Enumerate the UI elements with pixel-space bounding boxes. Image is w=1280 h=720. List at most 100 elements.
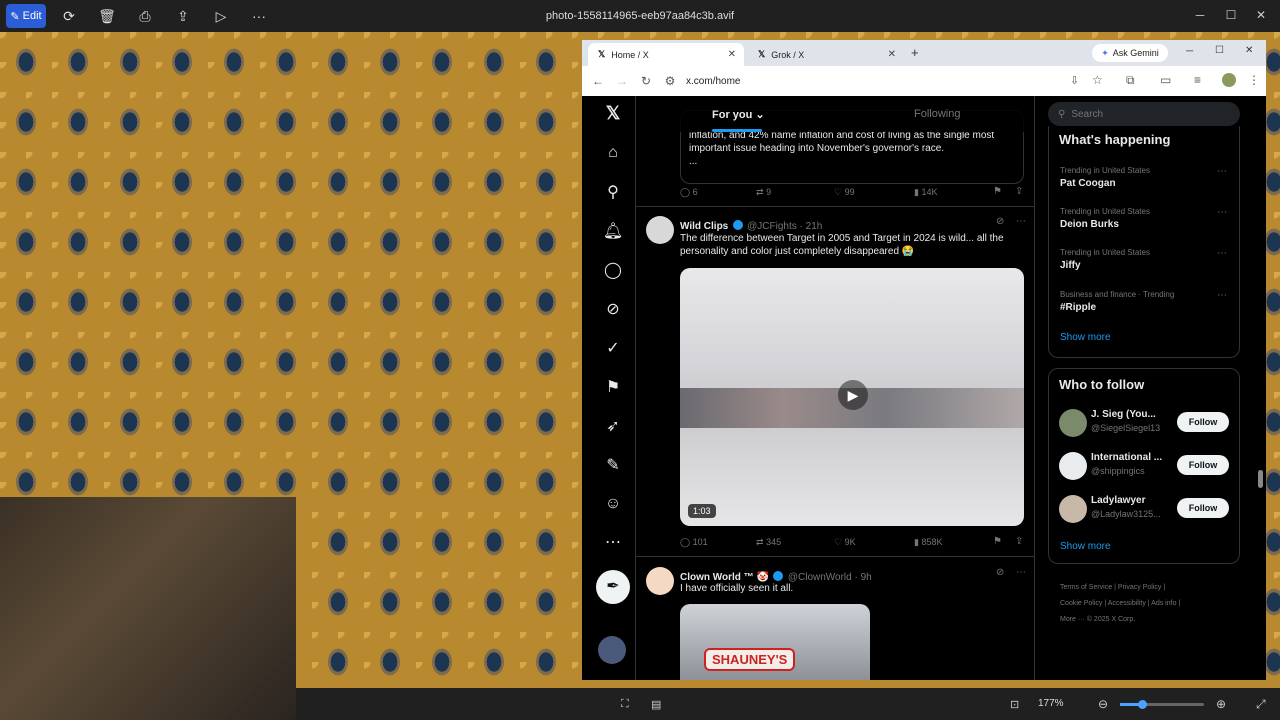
maximize-icon[interactable]: ☐ <box>1216 8 1246 22</box>
home-icon[interactable]: ⌂ <box>602 142 624 164</box>
post-image[interactable]: SHAUNEY'S <box>680 604 870 680</box>
zoom-out-icon[interactable]: ⊖ <box>1098 697 1108 711</box>
bookmark-icon[interactable]: ⚑ <box>993 186 1002 197</box>
views-button[interactable]: ▮ 14K <box>914 187 937 198</box>
more-icon[interactable]: ⋯ <box>1217 166 1227 177</box>
print-icon[interactable]: ⎙ <box>130 4 160 28</box>
search-input[interactable]: ⚲ Search <box>1048 102 1240 126</box>
minimize-icon[interactable]: ─ <box>1186 46 1193 57</box>
messages-icon[interactable]: ◯ <box>602 260 624 282</box>
repost-button[interactable]: ⇄ 345 <box>756 537 781 548</box>
grok-icon[interactable]: ⊘ <box>996 567 1004 578</box>
tab-for-you[interactable]: For you ⌄ <box>712 108 765 121</box>
more-icon[interactable]: ⋯ <box>1016 216 1026 227</box>
post-handle[interactable]: @ClownWorld · 9h <box>788 572 872 583</box>
notifications-icon[interactable]: 🔔︎ <box>602 221 624 243</box>
compose-post-button[interactable]: ✒ <box>596 570 630 604</box>
tab-following[interactable]: Following <box>914 108 960 120</box>
share-icon[interactable]: ⇪ <box>1015 536 1023 547</box>
follow-button[interactable]: Follow <box>1177 498 1229 518</box>
fit-icon[interactable]: ⛶ <box>621 698 629 711</box>
post-handle[interactable]: @JCFights · 21h <box>747 221 822 232</box>
tab-home-x[interactable]: 𝕏 Home / X ✕ <box>588 43 744 66</box>
repost-button[interactable]: ⇄ 9 <box>756 187 771 198</box>
bookmark-icon[interactable]: ⚑ <box>993 536 1002 547</box>
suggest-name[interactable]: Ladylawyer <box>1091 495 1145 506</box>
trend-item[interactable]: Trending in United States Deion Burks <box>1060 207 1150 230</box>
more-icon[interactable]: ⋯ <box>1217 207 1227 218</box>
page-scrollbar[interactable] <box>1258 470 1263 488</box>
url-field[interactable]: x.com/home <box>686 76 740 87</box>
grok-icon[interactable]: ⊘ <box>602 299 624 321</box>
suggest-handle[interactable]: @Ladylaw3125... <box>1091 509 1161 519</box>
footer-line[interactable]: More ··· © 2025 X Corp. <box>1060 612 1240 628</box>
show-more-link[interactable]: Show more <box>1060 332 1111 343</box>
more-icon[interactable]: ⋯ <box>602 532 624 554</box>
close-tab-icon[interactable]: ✕ <box>728 49 736 60</box>
extensions-icon[interactable]: ⧉ <box>1126 73 1135 88</box>
reply-button[interactable]: ◯ 101 <box>680 537 708 548</box>
show-more-link[interactable]: Show more <box>1060 541 1111 552</box>
follow-button[interactable]: Follow <box>1177 412 1229 432</box>
edit-button[interactable]: ✎ Edit <box>6 4 46 28</box>
video-player[interactable]: ▶ 1:03 <box>680 268 1024 526</box>
maximize-icon[interactable]: ☐ <box>1215 45 1224 56</box>
close-icon[interactable]: ✕ <box>1245 45 1253 56</box>
share-icon[interactable]: ⇪ <box>1015 186 1023 197</box>
suggest-handle[interactable]: @SiegelSiegel13 <box>1091 423 1160 433</box>
close-icon[interactable]: ✕ <box>1246 8 1276 22</box>
play-icon[interactable]: ▶ <box>838 380 868 410</box>
zoom-in-icon[interactable]: ⊕ <box>1216 697 1226 711</box>
slideshow-icon[interactable]: ▷ <box>206 4 236 28</box>
site-info-icon[interactable]: ⚙ <box>658 74 682 88</box>
bookmark-star-icon[interactable]: ☆ <box>1092 73 1103 87</box>
profile-icon[interactable]: ☺ <box>602 493 624 515</box>
account-avatar[interactable] <box>598 636 626 664</box>
new-tab-icon[interactable]: + <box>911 45 919 60</box>
fullscreen-icon[interactable]: ⤢ <box>1256 697 1266 712</box>
menu-icon[interactable]: ⋮ <box>1248 73 1260 87</box>
x-logo-icon[interactable]: 𝕏 <box>602 102 624 124</box>
more-icon[interactable]: ⋯ <box>1217 248 1227 259</box>
install-icon[interactable]: ⇩ <box>1070 74 1079 87</box>
ask-gemini-button[interactable]: ✦ Ask Gemini <box>1092 44 1168 62</box>
avatar[interactable] <box>646 567 674 595</box>
trend-item[interactable]: Trending in United States Jiffy <box>1060 248 1150 271</box>
follow-button[interactable]: Follow <box>1177 455 1229 475</box>
grok-icon[interactable]: ⊘ <box>996 216 1004 227</box>
forward-icon[interactable]: → <box>610 74 634 88</box>
zoom-slider[interactable] <box>1120 700 1204 709</box>
footer-line[interactable]: Terms of Service | Privacy Policy | <box>1060 580 1240 596</box>
avatar[interactable] <box>646 216 674 244</box>
search-icon[interactable]: ⚲ <box>602 182 624 204</box>
filmstrip-icon[interactable]: ▤ <box>651 698 661 711</box>
suggest-handle[interactable]: @shippingics <box>1091 466 1145 476</box>
tab-grok[interactable]: 𝕏 Grok / X ✕ <box>748 43 904 66</box>
views-button[interactable]: ▮ 858K <box>914 537 943 548</box>
media-icon[interactable]: ≡ <box>1194 73 1201 87</box>
avatar[interactable] <box>1059 495 1087 523</box>
trend-item[interactable]: Trending in United States Pat Coogan <box>1060 166 1150 189</box>
rotate-icon[interactable]: ⟳ <box>54 4 84 28</box>
close-tab-icon[interactable]: ✕ <box>888 49 896 60</box>
more-icon[interactable]: ⋯ <box>1016 567 1026 578</box>
suggest-name[interactable]: J. Sieg (You... <box>1091 409 1156 420</box>
avatar[interactable] <box>1059 452 1087 480</box>
like-button[interactable]: ♡ 9K <box>834 537 856 548</box>
share-icon[interactable]: ⇪ <box>168 4 198 28</box>
minimize-icon[interactable]: ─ <box>1185 8 1215 22</box>
suggest-name[interactable]: International ... <box>1091 452 1162 463</box>
verified-orgs-icon[interactable]: ✓ <box>602 338 624 360</box>
back-icon[interactable]: ← <box>586 74 610 88</box>
bookmarks-icon[interactable]: ⚑ <box>602 377 624 399</box>
profile-avatar[interactable] <box>1222 73 1236 87</box>
trend-item[interactable]: Business and finance · Trending #Ripple <box>1060 290 1174 313</box>
more-icon[interactable]: ··· <box>244 4 274 28</box>
zoom-level[interactable]: 177% <box>1038 698 1064 709</box>
zoom-slider-thumb[interactable] <box>1138 700 1147 709</box>
actual-size-icon[interactable]: ⊡ <box>1010 698 1019 711</box>
jobs-icon[interactable]: ➶ <box>602 416 624 438</box>
cast-icon[interactable]: ▭ <box>1160 73 1171 87</box>
premium-icon[interactable]: ✎ <box>602 455 624 477</box>
like-button[interactable]: ♡ 99 <box>834 187 855 198</box>
